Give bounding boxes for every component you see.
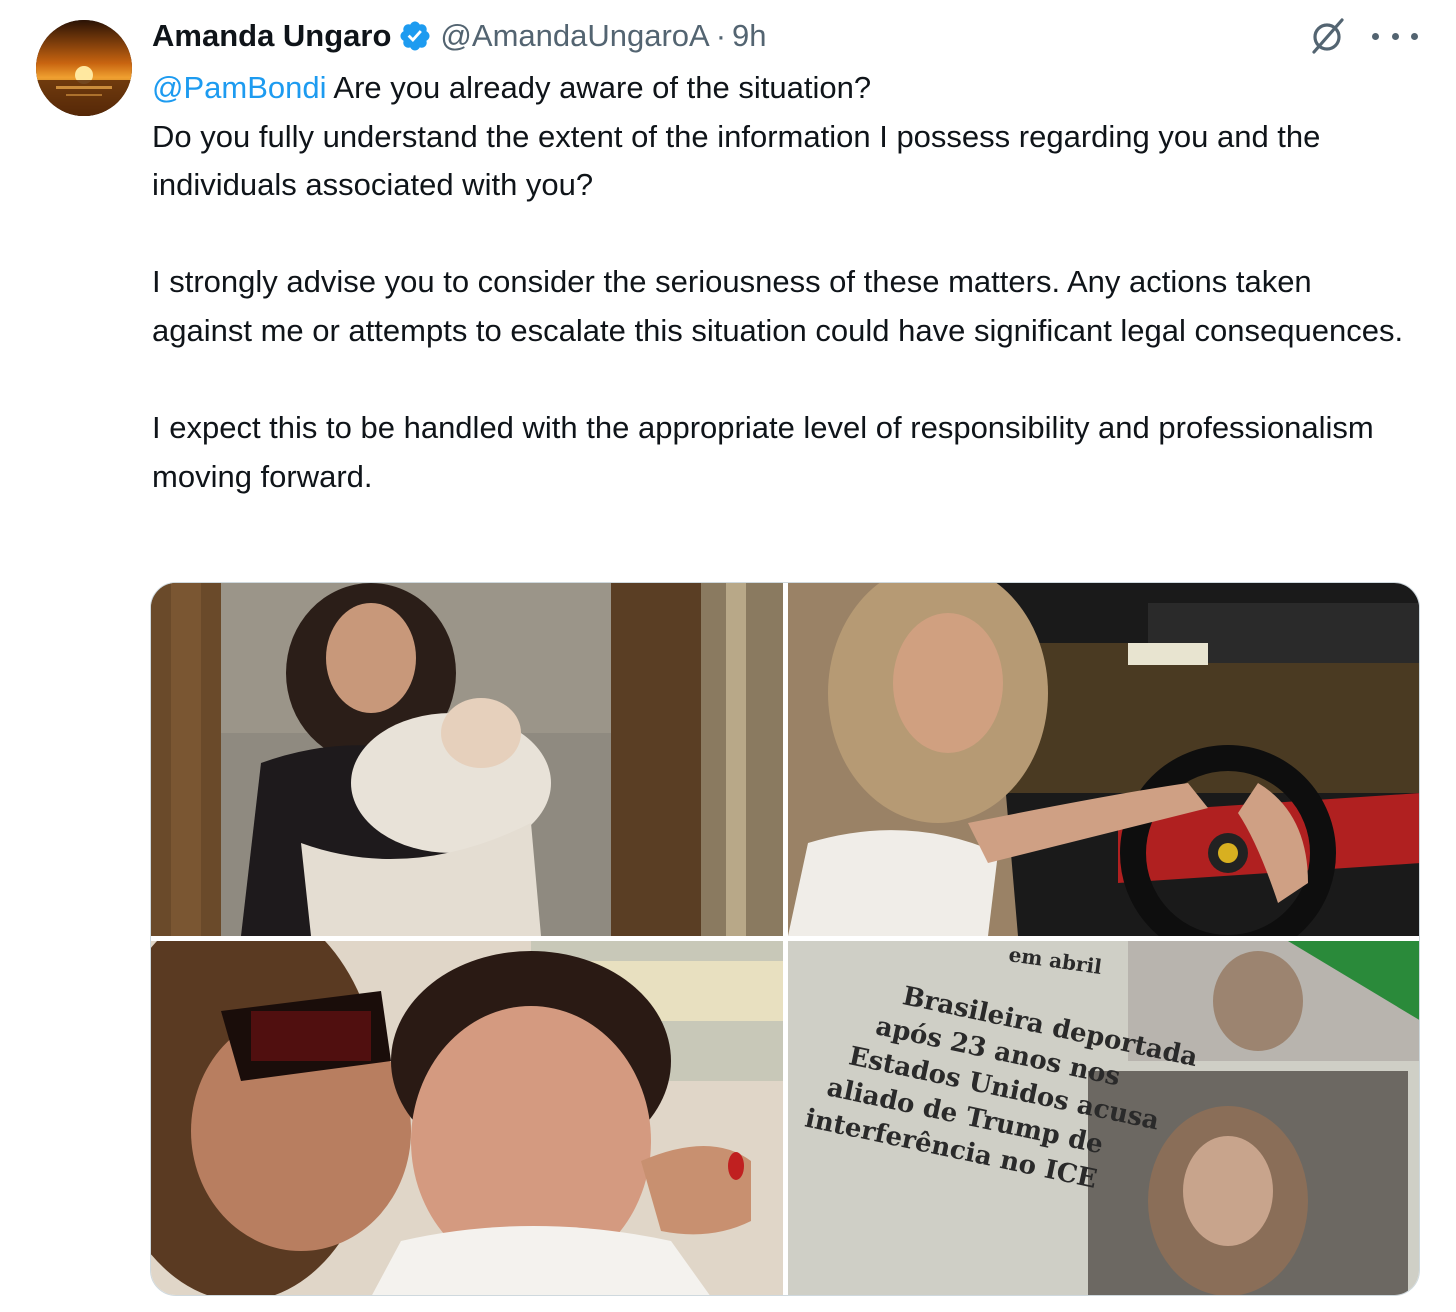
separator-dot: · bbox=[715, 18, 727, 53]
author-name[interactable]: Amanda Ungaro bbox=[152, 18, 391, 54]
more-options-icon[interactable] bbox=[1372, 24, 1418, 48]
more-dot bbox=[1372, 32, 1379, 40]
media-grid: Brasileira deportada após 23 anos nos Es… bbox=[150, 582, 1420, 1296]
grok-icon[interactable] bbox=[1308, 16, 1348, 56]
sunset-avatar-image bbox=[36, 20, 132, 116]
photo-4[interactable]: Brasileira deportada após 23 anos nos Es… bbox=[788, 941, 1419, 1295]
verified-badge-icon bbox=[398, 19, 432, 53]
newspaper-clipping: Brasileira deportada após 23 anos nos Es… bbox=[788, 941, 1419, 1295]
photo-2[interactable] bbox=[788, 583, 1419, 936]
tweet-paragraph-2: I strongly advise you to consider the se… bbox=[152, 264, 1404, 348]
tweet-line-2: Do you fully understand the extent of th… bbox=[152, 118, 1321, 203]
tweet-line-1-text: Are you already aware of the situation? bbox=[326, 70, 872, 105]
tweet-line-1: @PamBondi Are you already aware of the s… bbox=[152, 64, 1414, 113]
woman-driving-car bbox=[788, 583, 1419, 936]
author-handle[interactable]: @AmandaUngaroA bbox=[440, 18, 709, 54]
tweet-header: Amanda Ungaro @AmandaUngaroA · 9h bbox=[152, 14, 767, 58]
tweet-text: @PamBondi Are you already aware of the s… bbox=[152, 64, 1414, 501]
avatar[interactable] bbox=[36, 20, 132, 116]
woman-kissing-boy bbox=[151, 941, 783, 1295]
photo-3[interactable] bbox=[151, 941, 783, 1295]
photo-1[interactable] bbox=[151, 583, 783, 936]
more-dot bbox=[1411, 32, 1418, 40]
tweet-paragraph-3: I expect this to be handled with the app… bbox=[152, 410, 1374, 494]
more-dot bbox=[1391, 32, 1399, 40]
tweet-timestamp[interactable]: 9h bbox=[732, 18, 766, 54]
mention-link[interactable]: @PamBondi bbox=[152, 70, 327, 105]
framed-photo-mother-baby bbox=[151, 583, 783, 936]
